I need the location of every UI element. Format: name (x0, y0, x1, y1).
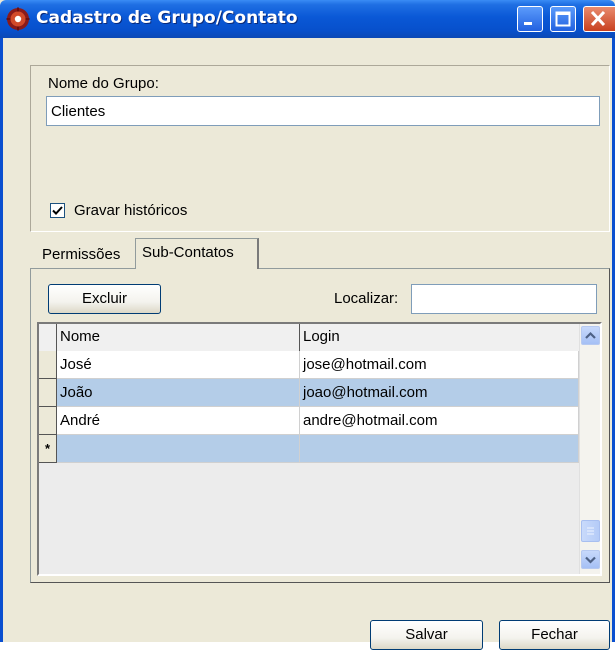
search-label: Localizar: (334, 290, 399, 307)
scroll-thumb[interactable] (581, 520, 600, 542)
cell-login[interactable]: jose@hotmail.com (300, 351, 579, 379)
window-title: Cadastro de Grupo/Contato (36, 8, 298, 28)
app-gear-icon (6, 7, 30, 31)
subcontacts-grid[interactable]: Nome Login José jose@hotmail.com João jo… (37, 322, 602, 576)
column-header-nome[interactable]: Nome (57, 324, 300, 351)
row-indicator-header (39, 324, 57, 351)
window-frame-left (0, 38, 3, 642)
scroll-down-button[interactable] (581, 550, 600, 569)
cell-nome[interactable]: André (57, 407, 300, 435)
close-dialog-button[interactable]: Fechar (499, 620, 610, 650)
scroll-up-button[interactable] (581, 326, 600, 345)
maximize-button[interactable] (550, 6, 576, 32)
grid-header: Nome Login (39, 324, 579, 351)
cell-nome-new[interactable] (57, 435, 300, 463)
tab-permissoes[interactable]: Permissões (36, 243, 133, 268)
chevron-up-icon (585, 331, 596, 339)
cell-login-new[interactable] (300, 435, 579, 463)
checkmark-icon (52, 206, 63, 215)
row-indicator[interactable] (39, 351, 57, 379)
tab-sub-contatos[interactable]: Sub-Contatos (135, 238, 259, 269)
delete-button[interactable]: Excluir (48, 284, 161, 314)
grip-icon (587, 527, 594, 535)
row-indicator[interactable] (39, 407, 57, 435)
vertical-scrollbar[interactable] (579, 324, 600, 574)
close-icon (590, 10, 606, 27)
column-header-login[interactable]: Login (300, 324, 579, 351)
cell-nome[interactable]: José (57, 351, 300, 379)
new-row-marker[interactable]: * (39, 435, 57, 463)
save-button[interactable]: Salvar (370, 620, 483, 650)
chevron-down-icon (585, 556, 596, 564)
group-name-label: Nome do Grupo: (48, 75, 159, 92)
close-button[interactable] (583, 6, 615, 32)
group-name-input[interactable] (46, 96, 600, 126)
history-checkbox-label: Gravar históricos (74, 202, 188, 219)
cell-login[interactable]: joao@hotmail.com (300, 379, 579, 407)
minimize-button[interactable] (517, 6, 543, 32)
maximize-icon (555, 11, 571, 27)
window: Cadastro de Grupo/Contato Nome do Grupo:… (0, 0, 615, 650)
row-indicator[interactable] (39, 379, 57, 407)
history-checkbox[interactable] (50, 203, 65, 218)
tab-label: Permissões (42, 246, 121, 263)
tab-label: Sub-Contatos (142, 244, 234, 261)
search-input[interactable] (411, 284, 597, 314)
title-bar[interactable]: Cadastro de Grupo/Contato (0, 0, 615, 38)
cell-nome[interactable]: João (57, 379, 300, 407)
minimize-icon (524, 22, 532, 25)
cell-login[interactable]: andre@hotmail.com (300, 407, 579, 435)
